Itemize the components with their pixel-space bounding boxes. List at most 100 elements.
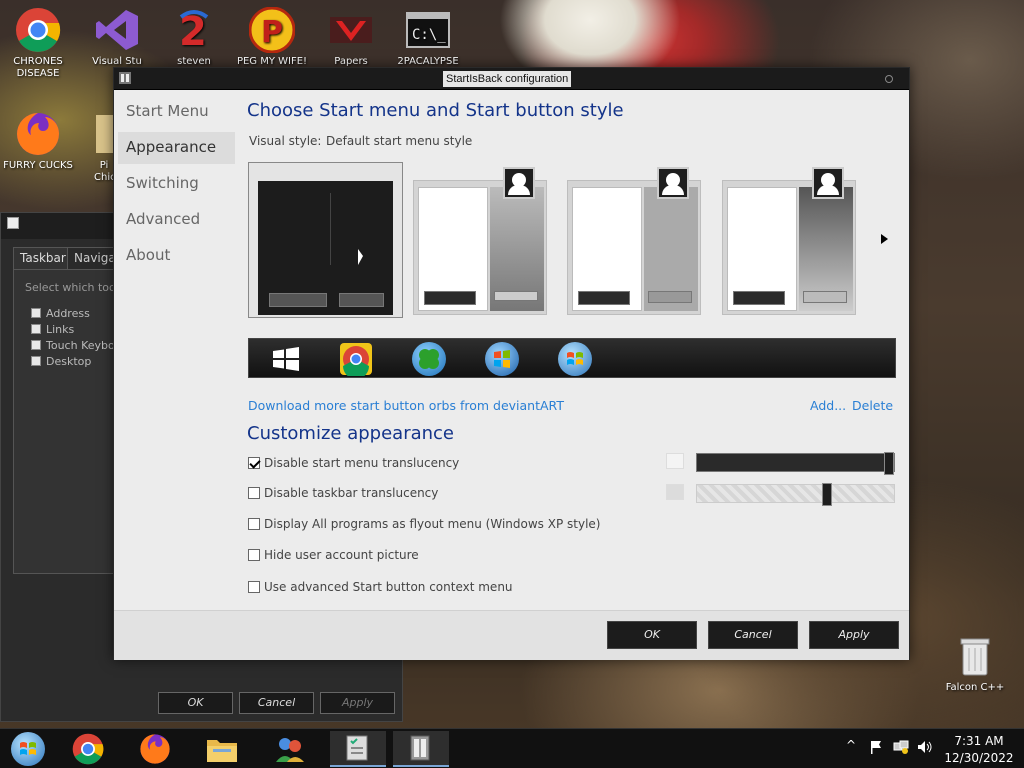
option-disable-taskbar-translucency[interactable]: Disable taskbar translucency bbox=[248, 486, 438, 500]
desktop-icon-papers[interactable]: Papers bbox=[311, 6, 391, 68]
dialog-footer: OK Cancel Apply bbox=[114, 610, 909, 660]
user-picture-icon bbox=[812, 167, 844, 199]
tray-chevron-icon[interactable]: ^ bbox=[846, 738, 856, 752]
clover-orb-icon[interactable] bbox=[412, 342, 446, 376]
scroll-right-arrow-icon[interactable] bbox=[881, 234, 888, 244]
users-network-icon bbox=[276, 738, 304, 762]
check-icon bbox=[7, 217, 19, 229]
style-tile-default[interactable] bbox=[248, 162, 403, 318]
checkbox[interactable] bbox=[31, 308, 41, 318]
tab-taskbar[interactable]: Taskbar bbox=[13, 247, 73, 269]
desktop-icon-chrome[interactable]: CHRONES DISEASE bbox=[0, 6, 78, 80]
clock-date: 12/30/2022 bbox=[944, 751, 1014, 765]
taskbar-startisback[interactable] bbox=[393, 731, 449, 767]
taskbar-firefox[interactable] bbox=[127, 731, 183, 767]
taskbar-chrome[interactable] bbox=[60, 731, 116, 767]
style-heading: Choose Start menu and Start button style bbox=[247, 100, 624, 121]
checkbox[interactable] bbox=[248, 487, 260, 499]
close-icon[interactable] bbox=[885, 75, 893, 83]
clock[interactable]: 7:31 AM 12/30/2022 bbox=[942, 733, 1016, 767]
chrome-orb-icon[interactable] bbox=[339, 342, 373, 379]
checkbox[interactable] bbox=[31, 340, 41, 350]
start-button[interactable] bbox=[0, 731, 56, 767]
desktop-icon-visual-studio[interactable]: Visual Stu bbox=[77, 6, 157, 68]
mouse-cursor-icon bbox=[358, 249, 363, 265]
sidebar-item-start-menu[interactable]: Start Menu bbox=[118, 96, 235, 128]
option-hide-user-picture[interactable]: Hide user account picture bbox=[248, 548, 419, 562]
sidebar-item-appearance[interactable]: Appearance bbox=[118, 132, 235, 164]
app-icon bbox=[118, 71, 132, 85]
desktop-icon-recycle-bin[interactable]: Falcon C++ bbox=[935, 632, 1015, 694]
taskbar-color-swatch[interactable] bbox=[666, 484, 684, 500]
peggle-icon: P bbox=[248, 6, 296, 54]
download-orbs-link[interactable]: Download more start button orbs from dev… bbox=[248, 398, 564, 413]
user-picture-icon bbox=[503, 167, 535, 199]
vista-orb-icon[interactable] bbox=[485, 342, 519, 376]
style-tile-2[interactable] bbox=[413, 167, 547, 315]
windows-7-orb-icon[interactable] bbox=[558, 342, 592, 376]
windows-8-orb-icon[interactable] bbox=[269, 342, 303, 376]
desktop-icon-label: CHRONES DISEASE bbox=[13, 56, 63, 79]
steven-icon: 2 bbox=[170, 6, 218, 54]
back-cancel-button[interactable]: Cancel bbox=[239, 692, 314, 714]
visual-style-label: Visual style: bbox=[249, 134, 322, 148]
start-menu-opacity-slider[interactable] bbox=[696, 452, 895, 475]
volume-icon[interactable] bbox=[917, 740, 933, 757]
network-icon[interactable] bbox=[893, 740, 909, 757]
sidebar-item-switching[interactable]: Switching bbox=[118, 168, 235, 200]
style-tile-3[interactable] bbox=[567, 167, 701, 315]
startisback-config-window: StartIsBack configuration Start Menu App… bbox=[113, 67, 910, 660]
option-disable-start-menu-translucency[interactable]: Disable start menu translucency bbox=[248, 456, 459, 470]
taskbar-file-explorer[interactable] bbox=[194, 731, 250, 767]
firefox-icon bbox=[140, 734, 170, 764]
checkbox[interactable] bbox=[31, 356, 41, 366]
visual-style-value: Default start menu style bbox=[326, 134, 473, 148]
ok-button[interactable]: OK bbox=[607, 621, 697, 649]
apply-button[interactable]: Apply bbox=[809, 621, 899, 649]
windows-7-orb-icon bbox=[11, 732, 45, 766]
recycle-bin-icon bbox=[951, 632, 999, 680]
delete-orb-link[interactable]: Delete bbox=[852, 398, 893, 413]
taskbar-taskbar-properties[interactable] bbox=[330, 731, 386, 767]
firefox-icon bbox=[14, 110, 62, 158]
window-titlebar: StartIsBack configuration bbox=[114, 68, 909, 90]
start-button-orb-bar bbox=[248, 338, 896, 379]
visual-studio-icon bbox=[93, 6, 141, 54]
flag-icon[interactable] bbox=[869, 740, 883, 757]
check-window-icon bbox=[346, 735, 368, 761]
taskbar-opacity-slider[interactable] bbox=[696, 483, 895, 506]
sidebar-item-advanced[interactable]: Advanced bbox=[118, 204, 235, 236]
option-all-programs-flyout[interactable]: Display All programs as flyout menu (Win… bbox=[248, 517, 600, 531]
sidebar-item-about[interactable]: About bbox=[118, 240, 235, 272]
desktop-icon-steven[interactable]: 2 steven bbox=[154, 6, 234, 68]
desktop-icon-cmd[interactable]: C:\_ 2PACALYPSE bbox=[388, 6, 468, 68]
desktop-icon-pizza[interactable]: Pi Chic bbox=[64, 110, 120, 184]
option-advanced-context-menu[interactable]: Use advanced Start button context menu bbox=[248, 580, 513, 594]
desktop-icon-label: Falcon C++ bbox=[945, 682, 1005, 693]
desktop-icon-peggle[interactable]: P PEG MY WIFE! bbox=[232, 6, 312, 68]
window-title: StartIsBack configuration bbox=[443, 71, 572, 87]
desktop-icon-label: Pi Chic bbox=[94, 160, 116, 183]
add-orb-link[interactable]: Add... bbox=[810, 398, 846, 413]
toolbar-description: Select which toolb bbox=[25, 281, 126, 294]
checkbox-checked[interactable] bbox=[248, 457, 260, 469]
checkbox[interactable] bbox=[248, 581, 260, 593]
chrome-icon bbox=[72, 733, 104, 765]
taskbar-network-app[interactable] bbox=[262, 731, 318, 767]
startisback-icon bbox=[410, 735, 430, 761]
cmd-icon: C:\_ bbox=[404, 6, 452, 54]
customize-heading: Customize appearance bbox=[247, 423, 454, 444]
back-ok-button[interactable]: OK bbox=[158, 692, 233, 714]
slider-thumb[interactable] bbox=[884, 452, 894, 475]
style-tile-4[interactable] bbox=[722, 167, 856, 315]
chrome-icon bbox=[14, 6, 62, 54]
clock-time: 7:31 AM bbox=[954, 734, 1004, 748]
checkbox[interactable] bbox=[248, 518, 260, 530]
back-apply-button[interactable]: Apply bbox=[320, 692, 395, 714]
start-menu-color-swatch[interactable] bbox=[666, 453, 684, 469]
checkbox[interactable] bbox=[248, 549, 260, 561]
cancel-button[interactable]: Cancel bbox=[708, 621, 798, 649]
user-picture-icon bbox=[657, 167, 689, 199]
checkbox[interactable] bbox=[31, 324, 41, 334]
slider-thumb[interactable] bbox=[822, 483, 832, 506]
